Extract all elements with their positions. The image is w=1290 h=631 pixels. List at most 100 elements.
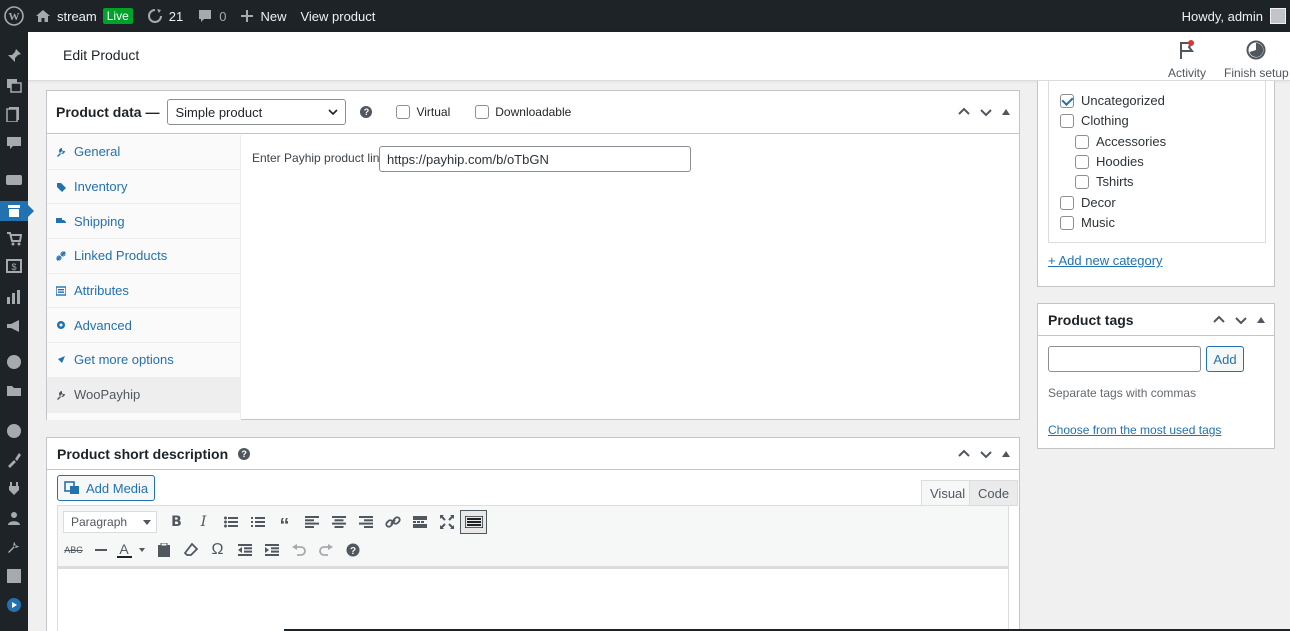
add-tag-button[interactable]: Add (1206, 346, 1244, 372)
settings-icon[interactable] (4, 566, 24, 586)
virtual-checkbox[interactable] (396, 105, 411, 119)
category-checkbox[interactable] (1060, 93, 1074, 108)
plugins-icon[interactable] (4, 479, 24, 499)
align-right-button[interactable] (352, 510, 379, 534)
keyboard-shortcuts-button[interactable]: ? (339, 538, 366, 562)
add-media-button[interactable]: Add Media (57, 475, 156, 501)
finish-setup-button[interactable]: Finish setup (1224, 38, 1289, 80)
play-icon[interactable] (4, 595, 24, 615)
marketing-icon[interactable] (4, 316, 24, 336)
payments-icon[interactable]: $ (4, 256, 24, 276)
align-left-button[interactable] (298, 510, 325, 534)
short-description-editor[interactable] (57, 567, 1009, 631)
category-item[interactable]: Clothing (1060, 113, 1129, 128)
tools-icon[interactable] (4, 537, 24, 557)
category-label: Accessories (1096, 134, 1167, 149)
align-left-icon (304, 516, 319, 528)
text-color-button[interactable]: A (114, 538, 150, 562)
tab-linked-products[interactable]: Linked Products (47, 239, 240, 274)
category-item[interactable]: Uncategorized (1060, 93, 1165, 108)
woocommerce-icon[interactable] (4, 170, 24, 190)
tab-get-more-options[interactable]: Get more options (47, 343, 240, 378)
most-used-tags-link[interactable]: Choose from the most used tags (1048, 423, 1221, 437)
view-product-link[interactable]: View product (293, 0, 382, 32)
site-name-link[interactable]: stream Live (28, 0, 140, 32)
folder-icon[interactable] (4, 381, 24, 401)
toggle-panel-icon[interactable] (1001, 107, 1011, 117)
move-up-icon[interactable] (957, 105, 971, 119)
category-checkbox[interactable] (1075, 154, 1089, 169)
bullet-list-button[interactable] (217, 510, 244, 534)
move-down-icon[interactable] (1234, 313, 1248, 327)
comments-link[interactable]: 0 (190, 0, 233, 32)
strikethrough-button[interactable]: ABC (60, 538, 87, 562)
category-item[interactable]: Decor (1060, 195, 1116, 210)
users-icon[interactable] (4, 508, 24, 528)
tab-advanced[interactable]: Advanced (47, 308, 240, 344)
category-item[interactable]: Tshirts (1075, 174, 1134, 189)
special-character-button[interactable]: Ω (204, 538, 231, 562)
insert-link-button[interactable] (379, 510, 406, 534)
category-item[interactable]: Hoodies (1075, 154, 1144, 169)
tab-inventory[interactable]: Inventory (47, 170, 240, 205)
tab-code[interactable]: Code (969, 480, 1019, 506)
pin-icon[interactable] (4, 46, 24, 66)
paste-text-button[interactable] (150, 538, 177, 562)
category-checkbox[interactable] (1060, 195, 1074, 210)
horizontal-line-button[interactable] (87, 538, 114, 562)
help-icon[interactable]: ? (360, 106, 373, 118)
comments-icon[interactable] (4, 133, 24, 153)
media-icon[interactable] (4, 75, 24, 95)
bold-button[interactable]: B (163, 510, 190, 534)
products-icon[interactable] (0, 201, 34, 221)
toolbar-toggle-button[interactable] (460, 510, 487, 534)
move-up-icon[interactable] (957, 447, 971, 461)
product-type-select[interactable]: Simple product (167, 99, 347, 125)
appearance-icon[interactable] (4, 450, 24, 470)
downloadable-checkbox[interactable] (475, 105, 490, 119)
tab-shipping[interactable]: Shipping (47, 204, 240, 240)
align-center-button[interactable] (325, 510, 352, 534)
blockquote-button[interactable]: “ (271, 510, 298, 536)
category-item[interactable]: Accessories (1075, 134, 1166, 149)
site-name: stream (57, 8, 97, 24)
redo-button[interactable] (312, 538, 339, 562)
category-checkbox[interactable] (1060, 113, 1074, 128)
add-new-category-link[interactable]: + Add new category (1048, 253, 1163, 268)
read-more-button[interactable] (406, 510, 433, 534)
pages-icon[interactable] (4, 104, 24, 124)
tab-woopayhip[interactable]: WooPayhip (47, 377, 240, 413)
toggle-panel-icon[interactable] (1256, 315, 1266, 325)
updates-link[interactable]: 21 (140, 0, 190, 32)
move-down-icon[interactable] (979, 105, 993, 119)
clear-formatting-button[interactable] (177, 538, 204, 562)
indent-button[interactable] (258, 538, 285, 562)
wordpress-logo-icon[interactable]: W (0, 0, 28, 32)
move-up-icon[interactable] (1212, 313, 1226, 327)
tab-visual[interactable]: Visual (921, 480, 975, 506)
move-down-icon[interactable] (979, 447, 993, 461)
category-item[interactable]: Music (1060, 215, 1115, 230)
numbered-list-button[interactable] (244, 510, 271, 534)
category-checkbox[interactable] (1075, 174, 1089, 189)
help-icon[interactable]: ? (238, 447, 251, 460)
outdent-button[interactable] (231, 538, 258, 562)
activity-button[interactable]: Activity (1168, 38, 1206, 80)
new-content-link[interactable]: New (233, 0, 293, 32)
tab-general[interactable]: General (47, 135, 240, 170)
italic-button[interactable]: I (190, 510, 217, 534)
payhip-link-input[interactable] (379, 146, 691, 172)
toggle-panel-icon[interactable] (1001, 449, 1011, 459)
add-circle-icon[interactable] (4, 421, 24, 441)
category-checkbox[interactable] (1060, 215, 1074, 230)
my-account-link[interactable]: Howdy, admin (1175, 0, 1290, 32)
undo-button[interactable] (285, 538, 312, 562)
elementor-icon[interactable] (4, 352, 24, 372)
fullscreen-button[interactable] (433, 510, 460, 534)
format-select[interactable]: Paragraph (63, 511, 157, 533)
tab-attributes[interactable]: Attributes (47, 274, 240, 309)
analytics-icon[interactable] (4, 287, 24, 307)
category-checkbox[interactable] (1075, 134, 1089, 149)
cart-icon[interactable] (4, 229, 24, 249)
tag-input[interactable] (1048, 346, 1201, 372)
